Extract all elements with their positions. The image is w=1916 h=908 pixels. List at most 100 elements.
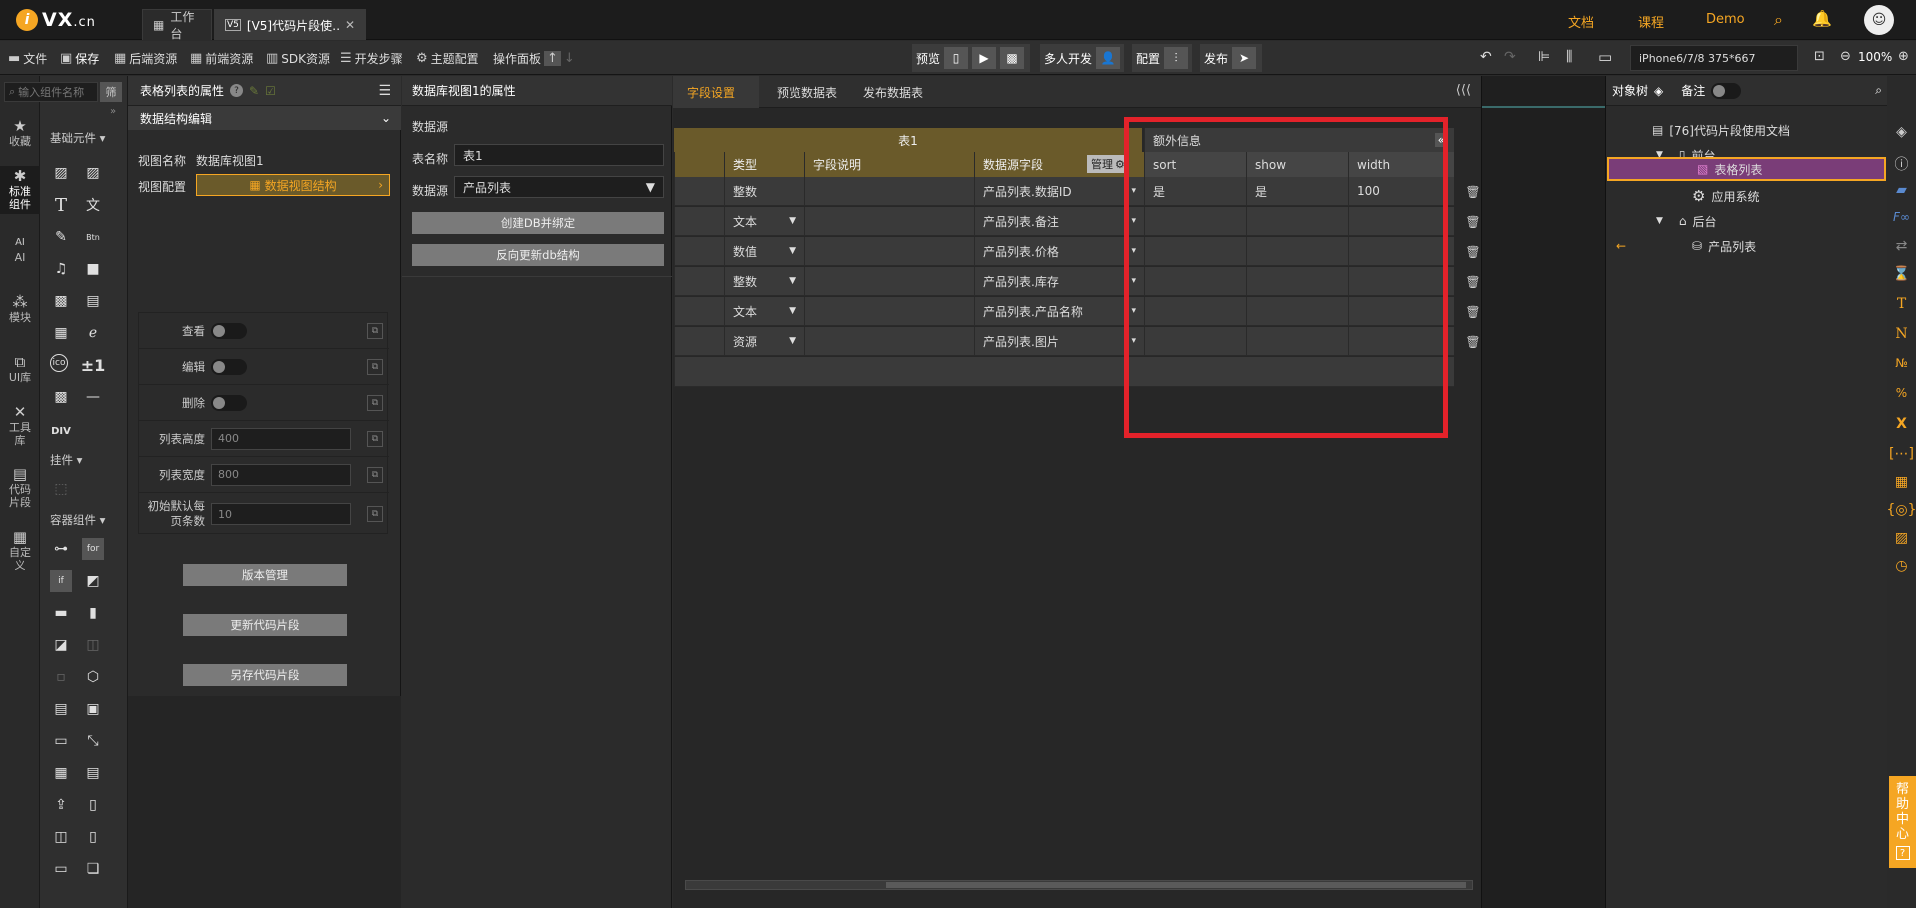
- source-select[interactable]: 产品列表 ▼: [454, 176, 664, 198]
- logo[interactable]: i VX.cn: [16, 8, 96, 32]
- sort-cell[interactable]: [1144, 267, 1246, 296]
- preview-phone-icon[interactable]: ▯: [944, 47, 969, 69]
- frontend-button[interactable]: ▦ 前端资源: [190, 41, 253, 75]
- sort-cell[interactable]: [1144, 297, 1246, 326]
- hscroll-icon[interactable]: ▬: [50, 602, 72, 624]
- layers-icon[interactable]: ◈: [1887, 124, 1916, 140]
- upload-icon[interactable]: ⇪: [50, 794, 72, 816]
- backend-button[interactable]: ▦ 后端资源: [114, 41, 177, 75]
- qrcode-icon[interactable]: ▩: [50, 386, 72, 408]
- help-center[interactable]: 帮 助 中 心 ?: [1889, 776, 1916, 868]
- device-icon[interactable]: ▭: [1598, 48, 1612, 66]
- save-button[interactable]: ▣ 保存: [60, 41, 99, 75]
- scale-icon[interactable]: ⤡: [82, 730, 104, 752]
- search-icon[interactable]: ⌕: [1875, 83, 1882, 98]
- publish-group[interactable]: 发布 ➤: [1200, 44, 1262, 72]
- variable-x-icon[interactable]: X: [1887, 416, 1916, 432]
- trash-icon[interactable]: 🗑: [1465, 335, 1480, 349]
- time-var-icon[interactable]: ◷: [1887, 558, 1916, 574]
- steps-button[interactable]: ☰ 开发步骤: [340, 41, 403, 75]
- width-cell[interactable]: [1348, 297, 1454, 326]
- source-cell[interactable]: 产品列表.库存 ▾: [974, 267, 1144, 296]
- width-cell[interactable]: [1348, 237, 1454, 266]
- tab-notes[interactable]: 备注: [1681, 82, 1705, 99]
- image-icon[interactable]: ▨: [50, 162, 72, 184]
- theme-button[interactable]: ⚙ 主题配置: [416, 41, 479, 75]
- show-cell[interactable]: 是: [1246, 177, 1348, 206]
- width-cell[interactable]: [1348, 207, 1454, 236]
- icon-component-icon[interactable]: ico: [50, 354, 68, 372]
- table-name-input[interactable]: 表1: [454, 144, 664, 166]
- version-button[interactable]: 版本管理: [183, 564, 347, 586]
- edit-icon[interactable]: ✎: [50, 226, 72, 248]
- swap-icon[interactable]: ⇄: [1887, 238, 1916, 254]
- tab-object-tree[interactable]: 对象树: [1612, 82, 1648, 99]
- show-cell[interactable]: [1246, 297, 1348, 326]
- list-height-input[interactable]: 400: [211, 427, 351, 450]
- source-cell[interactable]: 产品列表.数据ID ▾: [974, 177, 1144, 206]
- tab-workbench[interactable]: ▦ 工作台: [142, 9, 212, 41]
- sort-cell[interactable]: [1144, 327, 1246, 356]
- row-handle[interactable]: [674, 297, 724, 326]
- notes-toggle[interactable]: [1711, 82, 1742, 99]
- component-search[interactable]: ⌕ 输入组件名称: [4, 82, 98, 102]
- tabs-icon[interactable]: ▤: [82, 762, 104, 784]
- calendar-icon[interactable]: ▦: [50, 322, 72, 344]
- type-cell[interactable]: 整数 ▼: [724, 267, 804, 296]
- sort-cell[interactable]: 是: [1144, 177, 1246, 206]
- saveas-snippet-button[interactable]: 另存代码片段: [183, 664, 347, 686]
- undo-icon[interactable]: ↶: [1480, 49, 1492, 65]
- html-icon[interactable]: ▩: [50, 290, 72, 312]
- section-container[interactable]: 容器组件 ▾: [50, 512, 105, 528]
- collapse-icon[interactable]: «: [1434, 133, 1448, 147]
- device-selector[interactable]: iPhone6/7/8 375*667: [1630, 45, 1798, 71]
- copy-icon[interactable]: ⧉: [367, 394, 383, 411]
- update-snippet-button[interactable]: 更新代码片段: [183, 614, 347, 636]
- tab-project[interactable]: V5 [V5]代码片段使… ✕: [214, 9, 366, 40]
- row-handle[interactable]: [674, 237, 724, 266]
- create-db-button[interactable]: 创建DB并绑定: [412, 212, 664, 234]
- align-left-icon[interactable]: ⊫: [1538, 49, 1550, 65]
- card-icon[interactable]: ◩: [82, 570, 104, 592]
- zoom-in-icon[interactable]: ⊕: [1898, 49, 1909, 64]
- grid-var-icon[interactable]: ▦: [1887, 474, 1916, 490]
- view-toggle[interactable]: [211, 322, 247, 339]
- view-structure-button[interactable]: ▦ 数据视图结构 ›: [196, 174, 390, 196]
- trash-icon[interactable]: 🗑: [1465, 245, 1480, 259]
- rail-ai[interactable]: AI AI: [0, 236, 40, 264]
- file-menu[interactable]: ▬ 文件: [8, 41, 47, 75]
- collapse-left-icon[interactable]: ⟨⟨⟨: [1456, 83, 1471, 98]
- rail-favorites[interactable]: ★ 收藏: [0, 119, 40, 149]
- checklist-icon[interactable]: ☑: [265, 84, 276, 98]
- bracket-icon[interactable]: [⋯]: [1887, 446, 1916, 462]
- chart-icon[interactable]: ▤: [82, 290, 104, 312]
- fit-icon[interactable]: ⊡: [1814, 49, 1825, 64]
- rail-snippets[interactable]: ▤ 代码片段: [0, 467, 40, 510]
- rail-tools[interactable]: ✕ 工具库: [0, 405, 40, 448]
- capsule-icon[interactable]: ▯: [82, 794, 104, 816]
- desc-cell[interactable]: [804, 267, 974, 296]
- swiper-icon[interactable]: ▭: [50, 730, 72, 752]
- rail-ui-lib[interactable]: ⧉ UI库: [0, 355, 40, 385]
- type-cell[interactable]: 整数: [724, 177, 804, 206]
- plus-minus-icon[interactable]: ±1: [81, 354, 106, 376]
- qr-icon[interactable]: ▩: [1000, 47, 1025, 69]
- window-icon[interactable]: ◫: [50, 826, 72, 848]
- width-cell[interactable]: 100: [1348, 177, 1454, 206]
- plugin-icon[interactable]: ⬚: [50, 478, 72, 500]
- section-basic[interactable]: 基础元件 ▾: [50, 130, 105, 146]
- zoom-out-icon[interactable]: ⊖: [1840, 49, 1851, 64]
- type-cell[interactable]: 数值 ▼: [724, 237, 804, 266]
- ie-icon[interactable]: ℯ: [82, 322, 104, 344]
- copy-icon[interactable]: ⧉: [367, 358, 383, 375]
- frame-icon[interactable]: ▫: [50, 666, 72, 688]
- layer2-icon[interactable]: ◫: [82, 634, 104, 656]
- avatar[interactable]: ☺: [1864, 5, 1894, 35]
- play-icon[interactable]: ▶: [972, 47, 997, 69]
- filter-button[interactable]: 筛: [100, 82, 122, 102]
- close-icon[interactable]: ✕: [345, 18, 355, 32]
- object-var-icon[interactable]: {◎}: [1886, 502, 1916, 518]
- trash-icon[interactable]: 🗑: [1465, 275, 1480, 289]
- show-cell[interactable]: [1246, 327, 1348, 356]
- row-handle[interactable]: [674, 207, 724, 236]
